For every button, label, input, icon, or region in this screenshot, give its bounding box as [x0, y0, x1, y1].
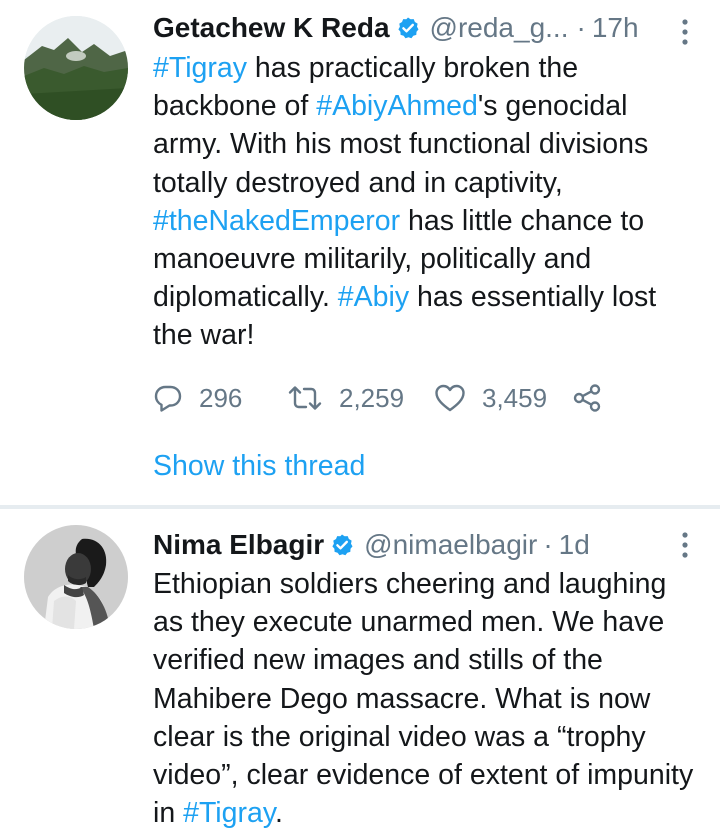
author-name[interactable]: Getachew K Reda [153, 10, 390, 46]
hashtag-link[interactable]: #Tigray [153, 52, 247, 84]
tweet-text-segment: . [274, 797, 283, 830]
retweet-count: 2,259 [339, 382, 405, 413]
retweet-icon [288, 386, 322, 410]
avatar[interactable] [24, 525, 128, 629]
reply-button[interactable]: 296 [153, 378, 287, 418]
tweet-header: Nima Elbagir @nimaelbagir · 1d [153, 527, 720, 563]
tweet-time[interactable]: 1d [559, 527, 590, 563]
avatar[interactable] [24, 16, 128, 120]
separator-dot: · [576, 12, 586, 43]
share-icon [573, 384, 601, 412]
tweet[interactable]: Nima Elbagir @nimaelbagir · 1d Ethiopian… [0, 509, 720, 836]
more-vertical-icon[interactable] [680, 531, 690, 559]
more-vertical-icon[interactable] [680, 18, 690, 46]
tweet-time[interactable]: 17h [592, 10, 639, 46]
reply-icon [154, 385, 182, 412]
tweet-header: Getachew K Reda @reda_g... · 17h [153, 10, 720, 46]
share-button[interactable] [572, 378, 612, 418]
author-handle[interactable]: @nimaelbagir [364, 527, 537, 563]
author-name[interactable]: Nima Elbagir [153, 527, 324, 563]
heart-icon [435, 384, 465, 412]
show-thread-link[interactable]: Show this thread [153, 447, 365, 485]
separator-dot: · [543, 529, 553, 560]
avatar-landscape-image [24, 16, 128, 120]
tweet-text-segment: Ethiopian soldiers cheering and laughing… [153, 568, 694, 830]
tweet-text: Ethiopian soldiers cheering and laughing… [153, 565, 698, 832]
hashtag-link[interactable]: #AbiyAhmed [316, 90, 478, 122]
verified-badge-icon [396, 16, 420, 40]
hashtag-link[interactable]: #Tigray [183, 797, 275, 829]
verified-badge-icon [330, 533, 354, 557]
tweet-text: #Tigray has practically broken the backb… [153, 49, 698, 355]
hashtag-link[interactable]: #theNakedEmperor [153, 205, 400, 237]
hashtag-link[interactable]: #Abiy [338, 281, 409, 313]
retweet-button[interactable]: 2,259 [287, 378, 434, 418]
tweet[interactable]: Getachew K Reda @reda_g... · 17h #Tigray… [0, 0, 720, 507]
avatar-portrait-image [24, 525, 128, 629]
author-handle[interactable]: @reda_g... [430, 10, 569, 46]
like-button[interactable]: 3,459 [434, 378, 572, 418]
like-count: 3,459 [482, 382, 548, 413]
tweet-actions: 296 2,259 3,459 [153, 378, 612, 418]
reply-count: 296 [199, 382, 243, 413]
